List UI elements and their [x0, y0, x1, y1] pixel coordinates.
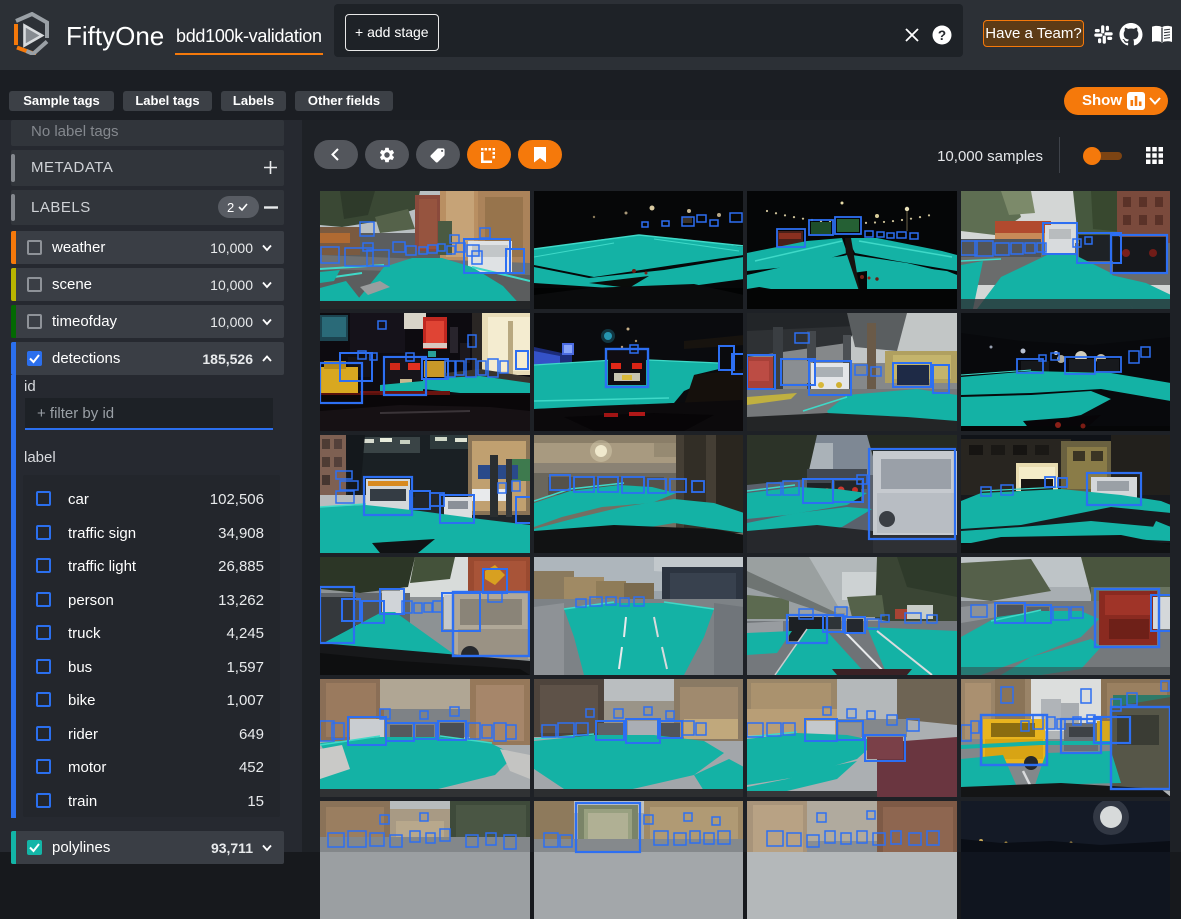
- svg-text:?: ?: [938, 28, 946, 43]
